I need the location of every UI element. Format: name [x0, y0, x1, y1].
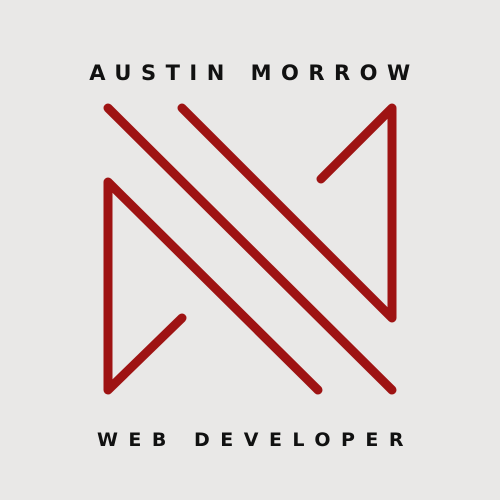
logo-tagline: WEB DEVELOPER — [96, 429, 415, 451]
logo-canvas: AUSTIN MORROW WEB DEVELOPER — [0, 0, 500, 500]
